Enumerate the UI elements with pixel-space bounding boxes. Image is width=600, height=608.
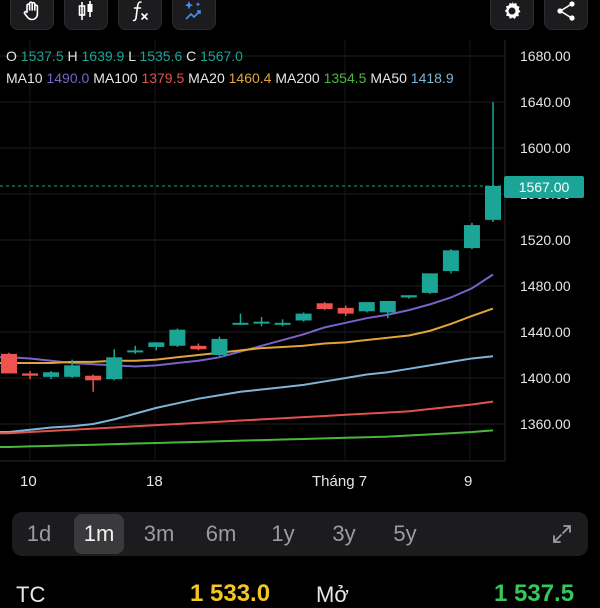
open-price-value: 1 537.5 — [494, 580, 575, 607]
ma10-value: 1490.0 — [46, 70, 90, 86]
timeframe-selector: 1d 1m 3m 6m 1y 3y 5y — [12, 512, 588, 556]
open-value: 1537.5 — [20, 48, 64, 64]
y-tick-label: 1360.00 — [520, 416, 571, 432]
y-tick-label: 1480.00 — [520, 278, 571, 294]
candle-body — [421, 273, 438, 293]
close-value: 1567.0 — [200, 48, 243, 64]
ma20-label: MA20 — [188, 70, 225, 86]
candle-body — [22, 373, 39, 376]
reference-price-value: 1 533.0 — [190, 580, 271, 607]
ma50-label: MA50 — [370, 70, 407, 86]
ohlc-legend: O 1537.5 H 1639.9 L 1535.6 C 1567.0 — [6, 48, 243, 64]
candle-body — [85, 375, 102, 381]
current-price-badge: 1567.00 — [504, 176, 584, 198]
candle-body — [295, 313, 312, 321]
close-label: C — [186, 48, 197, 64]
candle-body — [485, 185, 501, 220]
y-tick-label: 1680.00 — [520, 48, 571, 64]
toolbar — [0, 0, 600, 34]
candle-body — [379, 300, 396, 313]
candle-body — [64, 365, 81, 377]
candle-body — [1, 353, 17, 374]
y-tick-label: 1440.00 — [520, 324, 571, 340]
high-label: H — [67, 48, 78, 64]
low-value: 1535.6 — [139, 48, 183, 64]
candle-body — [232, 322, 249, 325]
x-tick-label: 10 — [20, 473, 37, 490]
share-icon[interactable] — [544, 0, 588, 30]
low-label: L — [128, 48, 136, 64]
timeframe-1d[interactable]: 1d — [14, 512, 64, 556]
high-value: 1639.9 — [81, 48, 125, 64]
timeframe-3m[interactable]: 3m — [134, 512, 184, 556]
open-label: O — [6, 48, 17, 64]
open-price-label: Mở — [316, 582, 349, 607]
candle-body — [358, 302, 375, 312]
candle-body — [148, 342, 165, 347]
candle-body — [190, 345, 207, 350]
candle-body — [316, 303, 333, 309]
candle-body — [169, 329, 186, 346]
ma200-label: MA200 — [275, 70, 320, 86]
candle-body — [463, 225, 480, 249]
timeframe-1y[interactable]: 1y — [258, 512, 308, 556]
ma20-value: 1460.4 — [228, 70, 272, 86]
candlestick-icon[interactable] — [64, 0, 108, 30]
ma-line-ma200 — [0, 429, 494, 448]
function-icon[interactable] — [118, 0, 162, 30]
reference-price-label: TC — [16, 582, 46, 607]
candle-body — [127, 350, 144, 353]
candle-body — [274, 322, 291, 325]
ma100-value: 1379.5 — [141, 70, 185, 86]
y-tick-label: 1600.00 — [520, 140, 571, 156]
candle-body — [400, 295, 417, 298]
gear-icon[interactable] — [490, 0, 534, 30]
timeframe-6m[interactable]: 6m — [196, 512, 246, 556]
candle-body — [442, 250, 459, 272]
ma50-value: 1418.9 — [410, 70, 454, 86]
summary-row: TC 1 533.0 Mở 1 537.5 — [0, 578, 600, 608]
price-chart[interactable]: 1680.001640.001600.001560.001520.001480.… — [0, 40, 600, 500]
ma200-value: 1354.5 — [323, 70, 367, 86]
x-tick-label: Tháng 7 — [312, 473, 367, 490]
ma100-label: MA100 — [93, 70, 138, 86]
ma-line-ma20 — [0, 307, 494, 365]
timeframe-3y[interactable]: 3y — [319, 512, 369, 556]
candle-body — [106, 357, 123, 380]
x-tick-label: 9 — [464, 473, 472, 490]
timeframe-5y[interactable]: 5y — [380, 512, 430, 556]
candle-body — [337, 307, 354, 314]
expand-icon[interactable] — [550, 522, 574, 551]
ma-line-ma10 — [0, 273, 494, 368]
candle-body — [253, 321, 270, 324]
ma10-label: MA10 — [6, 70, 43, 86]
sparkle-chart-icon[interactable] — [172, 0, 216, 30]
ma-line-ma100 — [0, 400, 494, 435]
y-tick-label: 1640.00 — [520, 94, 571, 110]
candle-body — [43, 372, 60, 377]
ma-legend: MA10 1490.0 MA100 1379.5 MA20 1460.4 MA2… — [6, 70, 454, 86]
hand-icon[interactable] — [10, 0, 54, 30]
y-tick-label: 1400.00 — [520, 370, 571, 386]
y-tick-label: 1520.00 — [520, 232, 571, 248]
timeframe-1m[interactable]: 1m — [74, 514, 124, 554]
candle-body — [211, 338, 228, 355]
x-tick-label: 18 — [146, 473, 163, 490]
